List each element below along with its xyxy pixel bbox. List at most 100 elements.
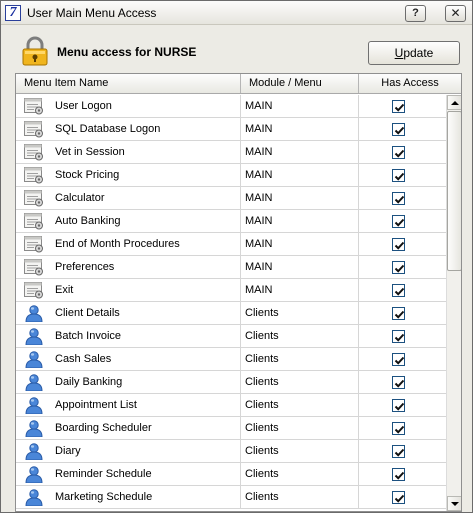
person-icon bbox=[24, 420, 44, 438]
grid-rows: User Logon MAIN SQL Database Logon MAIN Vet … bbox=[16, 95, 446, 511]
cell-menu-item-name[interactable]: Cash Sales bbox=[16, 348, 241, 370]
table-row[interactable]: Preferences MAIN bbox=[16, 256, 446, 279]
cell-menu-item-name[interactable]: Preferences bbox=[16, 256, 241, 278]
column-header-has-access[interactable]: Has Access bbox=[359, 74, 461, 93]
has-access-checkbox[interactable] bbox=[392, 238, 405, 251]
table-row[interactable]: Batch Invoice Clients bbox=[16, 325, 446, 348]
person-icon bbox=[24, 351, 44, 369]
help-button[interactable]: ? bbox=[405, 5, 426, 22]
table-row[interactable]: Cash Sales Clients bbox=[16, 348, 446, 371]
table-row[interactable]: Client Details Clients bbox=[16, 302, 446, 325]
table-row[interactable]: User Logon MAIN bbox=[16, 95, 446, 118]
has-access-checkbox[interactable] bbox=[392, 422, 405, 435]
cell-menu-item-name[interactable]: Appointment List bbox=[16, 394, 241, 416]
cell-menu-item-name[interactable]: Auto Banking bbox=[16, 210, 241, 232]
cell-module-menu: Clients bbox=[241, 463, 359, 485]
cell-has-access bbox=[359, 463, 446, 485]
checkmark-icon bbox=[394, 172, 405, 181]
update-button[interactable]: Update bbox=[368, 41, 460, 65]
table-row[interactable]: End of Month Procedures MAIN bbox=[16, 233, 446, 256]
cell-menu-item-name[interactable]: Vet in Session bbox=[16, 141, 241, 163]
checkmark-icon bbox=[394, 149, 405, 158]
table-row[interactable]: SQL Database Logon MAIN bbox=[16, 118, 446, 141]
has-access-checkbox[interactable] bbox=[392, 330, 405, 343]
cell-module-menu: MAIN bbox=[241, 187, 359, 209]
cell-menu-item-name[interactable]: Marketing Schedule bbox=[16, 486, 241, 508]
has-access-checkbox[interactable] bbox=[392, 100, 405, 113]
cell-menu-item-name[interactable]: Diary bbox=[16, 440, 241, 462]
cell-menu-item-name[interactable]: User Logon bbox=[16, 95, 241, 117]
menu-item-label: Exit bbox=[55, 284, 74, 296]
table-row[interactable]: Stock Pricing MAIN bbox=[16, 164, 446, 187]
close-button[interactable]: ✕ bbox=[445, 5, 466, 22]
table-row[interactable]: Exit MAIN bbox=[16, 279, 446, 302]
cell-has-access bbox=[359, 210, 446, 232]
has-access-checkbox[interactable] bbox=[392, 468, 405, 481]
has-access-checkbox[interactable] bbox=[392, 376, 405, 389]
menu-form-icon bbox=[24, 213, 44, 230]
table-row[interactable]: Diary Clients bbox=[16, 440, 446, 463]
has-access-checkbox[interactable] bbox=[392, 307, 405, 320]
scroll-down-button[interactable] bbox=[447, 496, 461, 511]
checkmark-icon bbox=[394, 126, 405, 135]
menu-item-label: End of Month Procedures bbox=[55, 238, 180, 250]
menu-form-icon bbox=[24, 190, 44, 207]
menu-item-label: User Logon bbox=[55, 100, 112, 112]
cell-module-menu: MAIN bbox=[241, 95, 359, 117]
cell-menu-item-name[interactable]: Reminder Schedule bbox=[16, 463, 241, 485]
vertical-scrollbar[interactable] bbox=[446, 95, 461, 511]
title-bar[interactable]: 7 User Main Menu Access ? ✕ bbox=[1, 1, 472, 25]
menu-item-label: Appointment List bbox=[55, 399, 137, 411]
cell-menu-item-name[interactable]: Calculator bbox=[16, 187, 241, 209]
column-header-menu-item-name[interactable]: Menu Item Name bbox=[16, 74, 241, 93]
table-row[interactable]: Calculator MAIN bbox=[16, 187, 446, 210]
table-row[interactable]: Daily Banking Clients bbox=[16, 371, 446, 394]
cell-menu-item-name[interactable]: SQL Database Logon bbox=[16, 118, 241, 140]
table-row[interactable]: Boarding Scheduler Clients bbox=[16, 417, 446, 440]
table-row[interactable]: Reminder Schedule Clients bbox=[16, 463, 446, 486]
has-access-checkbox[interactable] bbox=[392, 491, 405, 504]
menu-item-label: Client Details bbox=[55, 307, 120, 319]
person-icon bbox=[24, 443, 44, 461]
has-access-checkbox[interactable] bbox=[392, 261, 405, 274]
checkmark-icon bbox=[394, 494, 405, 503]
cell-menu-item-name[interactable]: Batch Invoice bbox=[16, 325, 241, 347]
menu-item-label: Calculator bbox=[55, 192, 105, 204]
has-access-checkbox[interactable] bbox=[392, 215, 405, 228]
has-access-checkbox[interactable] bbox=[392, 146, 405, 159]
cell-has-access bbox=[359, 348, 446, 370]
cell-has-access bbox=[359, 417, 446, 439]
checkmark-icon bbox=[394, 264, 405, 273]
cell-has-access bbox=[359, 164, 446, 186]
cell-module-menu: Clients bbox=[241, 440, 359, 462]
column-header-module-menu[interactable]: Module / Menu bbox=[241, 74, 359, 93]
cell-menu-item-name[interactable]: Daily Banking bbox=[16, 371, 241, 393]
table-row[interactable]: Marketing Schedule Clients bbox=[16, 486, 446, 509]
menu-form-icon bbox=[24, 236, 44, 253]
cell-menu-item-name[interactable]: Boarding Scheduler bbox=[16, 417, 241, 439]
menu-item-label: Marketing Schedule bbox=[55, 491, 153, 503]
cell-menu-item-name[interactable]: Stock Pricing bbox=[16, 164, 241, 186]
scroll-thumb[interactable] bbox=[447, 111, 461, 271]
has-access-checkbox[interactable] bbox=[392, 399, 405, 412]
has-access-checkbox[interactable] bbox=[392, 284, 405, 297]
has-access-checkbox[interactable] bbox=[392, 123, 405, 136]
has-access-checkbox[interactable] bbox=[392, 169, 405, 182]
table-row[interactable]: Vet in Session MAIN bbox=[16, 141, 446, 164]
cell-menu-item-name[interactable]: Client Details bbox=[16, 302, 241, 324]
page-title: Menu access for NURSE bbox=[57, 45, 197, 59]
table-row[interactable]: Auto Banking MAIN bbox=[16, 210, 446, 233]
grid-header: Menu Item Name Module / Menu Has Access bbox=[16, 74, 461, 94]
checkmark-icon bbox=[394, 379, 405, 388]
user-main-menu-access-window: 7 User Main Menu Access ? ✕ Menu access … bbox=[0, 0, 473, 513]
scroll-up-button[interactable] bbox=[447, 95, 461, 110]
has-access-checkbox[interactable] bbox=[392, 445, 405, 458]
cell-menu-item-name[interactable]: End of Month Procedures bbox=[16, 233, 241, 255]
person-icon bbox=[24, 397, 44, 415]
has-access-checkbox[interactable] bbox=[392, 192, 405, 205]
table-row[interactable]: Appointment List Clients bbox=[16, 394, 446, 417]
has-access-checkbox[interactable] bbox=[392, 353, 405, 366]
menu-item-label: Vet in Session bbox=[55, 146, 125, 158]
checkmark-icon bbox=[394, 448, 405, 457]
cell-menu-item-name[interactable]: Exit bbox=[16, 279, 241, 301]
